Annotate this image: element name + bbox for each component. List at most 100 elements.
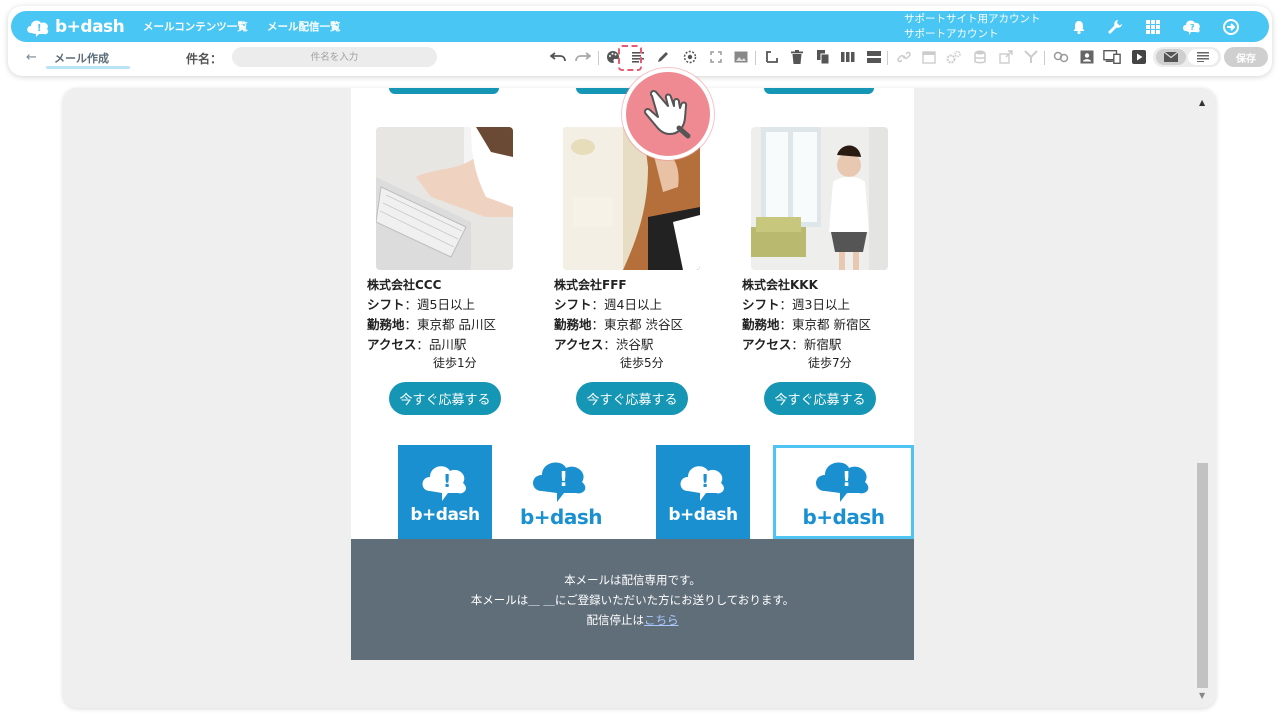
banner-text: b+dash (519, 505, 603, 529)
device-preview-icon[interactable] (1103, 48, 1121, 66)
filter-icon[interactable] (1022, 48, 1040, 66)
bdash-banner-selected[interactable]: ! b+dash (773, 445, 914, 539)
scrollbar-thumb[interactable] (1197, 463, 1208, 688)
access-row: アクセス：品川駅 (367, 334, 466, 353)
help-bubble-icon[interactable]: ? (1181, 17, 1201, 37)
access-value: ：新宿駅 (791, 337, 842, 352)
grid-icon[interactable] (1143, 17, 1163, 37)
undo-icon[interactable] (549, 48, 567, 66)
access-value: ：渋谷駅 (603, 337, 654, 352)
account-name: サポートアカウント (904, 28, 999, 40)
copy-icon[interactable] (814, 48, 832, 66)
shift-label: シフト (554, 297, 592, 312)
mail-preview: 株式会社CCC シフト：週5日以上 勤務地：東京都 品川区 アクセス：品川駅 徒… (351, 88, 914, 660)
apply-button[interactable]: 今すぐ応募する (389, 382, 501, 415)
job-photo-office (751, 127, 888, 270)
scroll-down-arrow-icon[interactable]: ▼ (1199, 691, 1205, 700)
bdash-banner-white[interactable]: ! b+dash (511, 445, 611, 539)
access-row: アクセス：渋谷駅 (554, 334, 653, 353)
play-icon[interactable] (1130, 48, 1148, 66)
shift-value: ：週3日以上 (779, 297, 850, 312)
logo[interactable]: ! b+dash (25, 14, 125, 39)
company-name: 株式会社CCC (367, 278, 442, 292)
wrench-icon[interactable] (1105, 17, 1125, 37)
location-label: 勤務地 (742, 317, 780, 332)
location-value: ：東京都 品川区 (404, 317, 496, 332)
export-icon[interactable] (997, 48, 1015, 66)
location-value: ：東京都 渋谷区 (591, 317, 683, 332)
svg-text:?: ? (1190, 23, 1195, 32)
toolbar-divider (1044, 51, 1045, 65)
scroll-up-arrow-icon[interactable]: ▲ (1199, 98, 1205, 107)
unsubscribe-prefix: 配信停止は (586, 613, 645, 627)
bell-icon[interactable] (1069, 17, 1089, 37)
location-row: 勤務地：東京都 品川区 (367, 314, 496, 333)
fullscreen-icon[interactable] (707, 48, 725, 66)
unsubscribe-link[interactable]: こちら (644, 613, 679, 627)
shift-value: ：週5日以上 (404, 297, 475, 312)
previous-apply-button-edge[interactable] (389, 88, 499, 94)
previous-apply-button-edge[interactable] (764, 88, 874, 94)
columns-icon[interactable] (839, 48, 857, 66)
walk-time: 徒歩5分 (620, 356, 664, 370)
crop-icon[interactable] (763, 48, 781, 66)
toolbar-divider (598, 51, 599, 65)
text-lines-icon[interactable] (1188, 49, 1218, 65)
access-row: アクセス：新宿駅 (742, 334, 841, 353)
view-mode-toggle (1153, 47, 1221, 67)
mail-footer: 本メールは配信専用です。 本メールは＿ ＿にご登録いただいた方にお送りしておりま… (351, 539, 914, 660)
save-button[interactable]: 保存 (1224, 47, 1268, 67)
bdash-banner-blue[interactable]: ! b+dash (656, 445, 750, 539)
app-window: ! b+dash メールコンテンツ一覧 メール配信一覧 サポートサイト用アカウン… (0, 0, 1280, 720)
bdash-banner-blue[interactable]: ! b+dash (398, 445, 492, 539)
location-row: 勤務地：東京都 渋谷区 (554, 314, 683, 333)
svg-text:!: ! (559, 467, 568, 491)
job-photo-keyboard (376, 127, 513, 270)
mail-icon[interactable] (1156, 49, 1186, 65)
apply-button[interactable]: 今すぐ応募する (576, 382, 688, 415)
shift-label: シフト (367, 297, 405, 312)
banner-text: b+dash (668, 505, 738, 525)
database-icon[interactable] (971, 48, 989, 66)
target-icon[interactable] (681, 48, 699, 66)
bdash-cloud-icon: ! (533, 462, 586, 502)
toolbar-divider (755, 51, 756, 65)
location-label: 勤務地 (367, 317, 405, 332)
pen-icon[interactable] (654, 48, 672, 66)
bdash-cloud-icon: ! (815, 462, 868, 502)
tutorial-highlight-box (618, 45, 642, 71)
editor-canvas: 株式会社CCC シフト：週5日以上 勤務地：東京都 品川区 アクセス：品川駅 徒… (63, 88, 1216, 708)
banner-text: b+dash (802, 505, 885, 529)
apply-button[interactable]: 今すぐ応募する (764, 382, 876, 415)
nav-mail-contents[interactable]: メールコンテンツ一覧 (143, 19, 248, 34)
logout-icon[interactable] (1221, 17, 1241, 37)
trash-icon[interactable] (788, 48, 806, 66)
toolbar-divider (887, 51, 888, 65)
walk-time: 徒歩7分 (808, 356, 852, 370)
page-title: メール作成 (54, 52, 109, 65)
nav-mail-delivery[interactable]: メール配信一覧 (267, 19, 341, 34)
company-name: 株式会社FFF (554, 278, 627, 292)
account-info[interactable]: サポートサイト用アカウント サポートアカウント (904, 12, 1041, 42)
shift-row: シフト：週4日以上 (554, 294, 662, 313)
subject-input[interactable] (232, 47, 437, 67)
logo-cloud-icon: ! (27, 20, 49, 37)
calendar-icon[interactable] (920, 48, 938, 66)
redo-icon[interactable] (574, 48, 592, 66)
back-arrow-icon[interactable]: ← (26, 50, 37, 65)
settings-icon[interactable] (945, 48, 963, 66)
footer-line-3: 配信停止はこちら (351, 612, 914, 628)
svg-text:!: ! (37, 23, 42, 34)
link-icon[interactable] (895, 48, 913, 66)
contact-card-icon[interactable] (1078, 48, 1096, 66)
nav-bar: ! b+dash メールコンテンツ一覧 メール配信一覧 サポートサイト用アカウン… (11, 11, 1269, 42)
access-value: ：品川駅 (416, 337, 467, 352)
access-label: アクセス (367, 337, 417, 352)
walk-time: 徒歩1分 (433, 356, 477, 370)
bdash-cloud-icon: ! (680, 466, 724, 501)
vertical-scrollbar[interactable]: ▲ ▼ (1197, 98, 1208, 700)
rows-icon[interactable] (865, 48, 883, 66)
image-icon[interactable] (732, 48, 750, 66)
account-site-name: サポートサイト用アカウント (904, 13, 1041, 25)
merge-icon[interactable] (1052, 48, 1070, 66)
